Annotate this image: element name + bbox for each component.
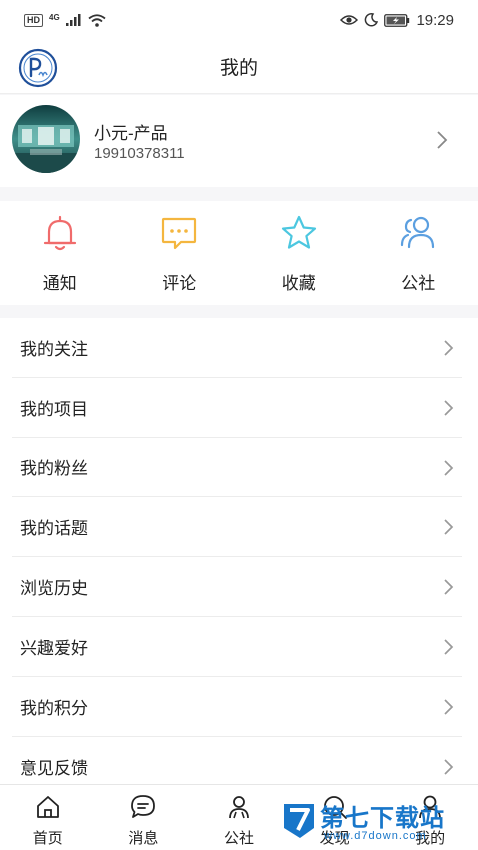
menu-item-following[interactable]: 我的关注 bbox=[12, 318, 462, 378]
menu-item-history[interactable]: 浏览历史 bbox=[12, 557, 462, 617]
menu-item-interests[interactable]: 兴趣爱好 bbox=[12, 617, 462, 677]
menu-label: 我的项目 bbox=[20, 399, 88, 419]
avatar-image bbox=[12, 105, 80, 173]
menu-item-topics[interactable]: 我的话题 bbox=[12, 497, 462, 558]
quick-favorites[interactable]: 收藏 bbox=[239, 201, 359, 305]
status-right: 19:29 bbox=[340, 12, 454, 29]
quick-actions: 通知 评论 收藏 公社 bbox=[0, 201, 478, 305]
message-icon bbox=[131, 795, 156, 818]
tab-community[interactable]: 公社 bbox=[191, 785, 287, 850]
tab-label: 公社 bbox=[223, 830, 254, 847]
menu-label: 兴趣爱好 bbox=[20, 638, 88, 658]
menu-label: 我的关注 bbox=[20, 339, 88, 359]
quick-label: 收藏 bbox=[281, 274, 316, 293]
tab-label: 消息 bbox=[128, 830, 159, 847]
quick-label: 评论 bbox=[162, 274, 197, 293]
chevron-right-icon bbox=[444, 639, 454, 655]
tab-label: 首页 bbox=[32, 830, 63, 847]
moon-icon bbox=[365, 13, 379, 27]
wifi-icon bbox=[88, 13, 106, 27]
watermark-logo-icon bbox=[284, 804, 314, 838]
chevron-right-icon bbox=[444, 758, 454, 775]
menu-label: 我的粉丝 bbox=[20, 459, 88, 479]
quick-comments[interactable]: 评论 bbox=[120, 201, 240, 305]
status-bar: HD 4G 19:29 bbox=[0, 0, 478, 40]
hd-badge: HD bbox=[24, 13, 43, 27]
chevron-right-icon bbox=[444, 340, 454, 356]
menu-label: 我的积分 bbox=[20, 698, 88, 718]
bell-icon bbox=[43, 215, 76, 251]
people-icon bbox=[401, 216, 435, 249]
status-time: 19:29 bbox=[416, 11, 454, 29]
star-icon bbox=[281, 215, 316, 249]
avatar[interactable] bbox=[12, 105, 80, 173]
comment-icon bbox=[162, 217, 197, 250]
chevron-right-icon bbox=[437, 131, 448, 149]
menu-item-projects[interactable]: 我的项目 bbox=[12, 378, 462, 438]
quick-community[interactable]: 公社 bbox=[359, 201, 478, 305]
chevron-right-icon bbox=[444, 519, 454, 535]
battery-icon bbox=[384, 13, 410, 27]
home-icon bbox=[36, 796, 59, 818]
profile-phone: 19910378311 bbox=[94, 145, 185, 162]
signal-icon bbox=[65, 14, 81, 26]
menu-item-points[interactable]: 我的积分 bbox=[12, 677, 462, 737]
tab-messages[interactable]: 消息 bbox=[96, 785, 192, 850]
quick-label: 公社 bbox=[401, 274, 436, 293]
chevron-right-icon bbox=[444, 459, 454, 476]
community-icon bbox=[229, 796, 249, 819]
menu-item-fans[interactable]: 我的粉丝 bbox=[12, 438, 462, 498]
watermark: 第七下载站 www.d7down.com bbox=[280, 792, 478, 850]
chevron-right-icon bbox=[444, 579, 454, 595]
eye-comfort-icon bbox=[340, 15, 359, 25]
profile-name: 小元-产品 bbox=[94, 124, 168, 143]
network-type: 4G bbox=[49, 12, 60, 22]
menu-label: 我的话题 bbox=[20, 519, 88, 539]
profile-card[interactable]: 小元-产品 19910378311 bbox=[0, 95, 478, 187]
chevron-right-icon bbox=[444, 699, 454, 715]
tab-home[interactable]: 首页 bbox=[0, 785, 96, 850]
watermark-url: www.d7down.com bbox=[324, 830, 427, 842]
page-title: 我的 bbox=[219, 58, 258, 79]
quick-notifications[interactable]: 通知 bbox=[0, 201, 120, 305]
page-header: 我的 bbox=[0, 40, 478, 94]
quick-label: 通知 bbox=[42, 274, 77, 293]
status-left: HD 4G bbox=[24, 12, 106, 27]
menu-list: 我的关注 我的项目 我的粉丝 我的话题 浏览历史 兴趣爱好 我的积分 意见反馈 bbox=[0, 318, 478, 784]
chevron-right-icon bbox=[444, 400, 454, 416]
menu-label: 浏览历史 bbox=[20, 579, 88, 599]
watermark-title: 第七下载站 bbox=[320, 805, 445, 832]
menu-label: 意见反馈 bbox=[20, 758, 88, 778]
app-logo-icon[interactable] bbox=[18, 48, 58, 88]
